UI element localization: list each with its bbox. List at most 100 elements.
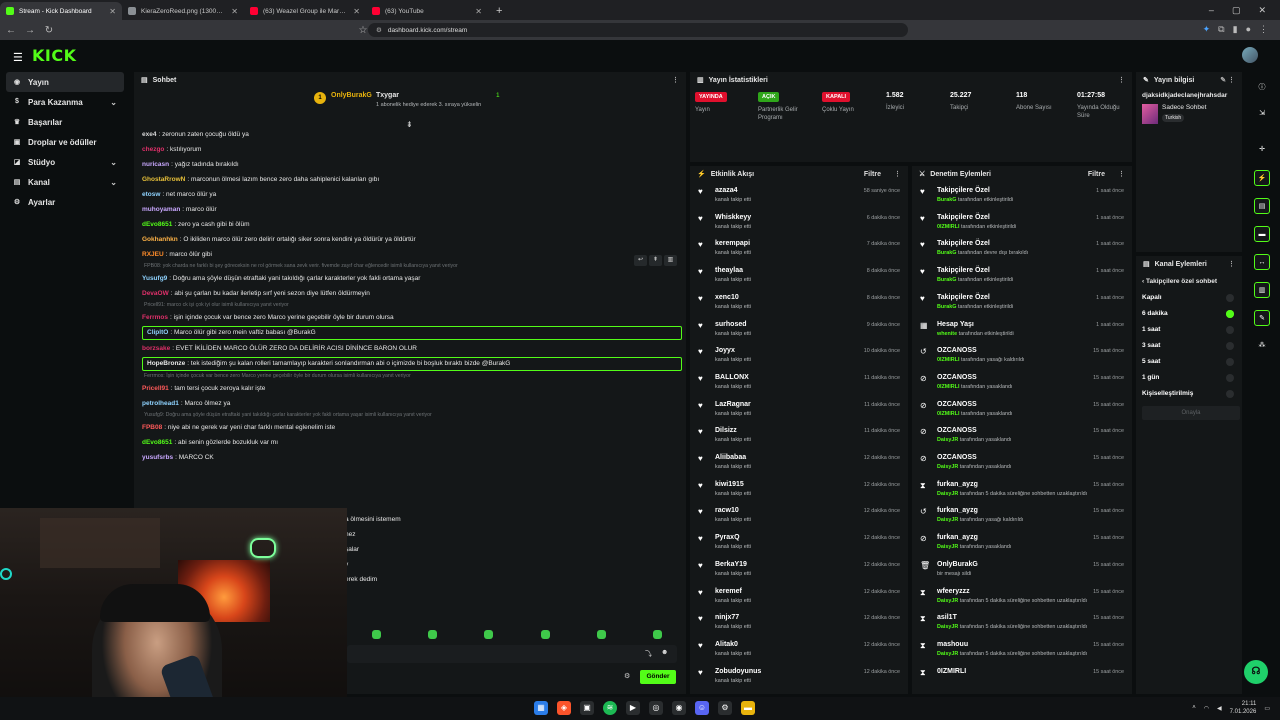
emote-icon[interactable] bbox=[484, 630, 494, 639]
moderation-options-icon[interactable]: ⋮ bbox=[1118, 170, 1125, 178]
back-chevron-icon[interactable]: ‹ bbox=[1142, 278, 1144, 285]
activity-user[interactable]: Zobudoyunus bbox=[715, 668, 761, 675]
chat-message[interactable]: exe4: zeronun zaten çocuğu öldü ya bbox=[142, 127, 682, 142]
info-icon[interactable]: ⓘ bbox=[1254, 80, 1270, 96]
chat-message[interactable]: dEvo8651: zero ya cash gibi bi ölüm bbox=[142, 217, 682, 232]
chat-input[interactable]: ⤵ ☻ bbox=[347, 645, 677, 663]
moderation-item[interactable]: ⧗ asil1T DaisyJR tarafından 5 dakika sürel… bbox=[912, 611, 1132, 638]
moderation-item[interactable]: ⧗ mashouu DaisyJR tarafından 5 dakika süre… bbox=[912, 638, 1132, 665]
activity-user[interactable]: Alitak0 bbox=[715, 641, 738, 648]
activity-item[interactable]: ♥ PyraxQ kanalı takip etti 12 dakika önce bbox=[690, 531, 908, 558]
activity-options-icon[interactable]: ⋮ bbox=[894, 170, 901, 178]
moderator-name[interactable]: BurakG bbox=[937, 304, 956, 310]
moderation-item[interactable]: ⧗ wfeeryzzz DaisyJR tarafından 5 dakika sü… bbox=[912, 585, 1132, 612]
activity-item[interactable]: ♥ Joyyx kanalı takip etti 10 dakika önce bbox=[690, 344, 908, 371]
moderator-name[interactable]: DaisyJR bbox=[937, 517, 958, 523]
moderation-item[interactable]: ⊘ OZCANOSS 0IZMIRLI tarafından yasaklandı 1… bbox=[912, 371, 1132, 398]
activity-user[interactable]: Aliibabaa bbox=[715, 454, 746, 461]
chat-username[interactable]: chezgo bbox=[142, 146, 164, 153]
menu-icon[interactable]: ☰ bbox=[13, 51, 23, 64]
chat-message[interactable]: Ferrmos: işin içinde çocuk var bence zer… bbox=[142, 310, 682, 325]
chat-message[interactable]: petrolhead1: Marco ölmez ya bbox=[142, 396, 682, 411]
spotify-icon[interactable]: ≋ bbox=[603, 701, 617, 715]
moderation-item[interactable]: ♥ Takipçilere Özel BurakG tarafından devre… bbox=[912, 237, 1132, 264]
follower-only-option[interactable]: 3 saat bbox=[1142, 342, 1160, 349]
moderator-name[interactable]: DaisyJR bbox=[937, 491, 958, 497]
follower-only-option[interactable]: Kişiselleştirilmiş bbox=[1142, 390, 1193, 397]
new-tab-icon[interactable]: + bbox=[488, 5, 510, 20]
moderator-name[interactable]: BurakG bbox=[937, 250, 956, 256]
stats-options-icon[interactable]: ⋮ bbox=[1118, 76, 1125, 84]
minimize-icon[interactable]: – bbox=[1209, 5, 1214, 15]
browser-menu-icon[interactable]: ⋮ bbox=[1259, 24, 1268, 35]
activity-user[interactable]: xenc10 bbox=[715, 294, 739, 301]
reply-context[interactable]: Ferrmos: İşin içinde çocuk var bence zer… bbox=[142, 372, 682, 381]
moderator-name[interactable]: 0IZMIRLI bbox=[937, 357, 959, 363]
activity-user[interactable]: Joyyx bbox=[715, 347, 735, 354]
chat-username[interactable]: Yusufg9 bbox=[142, 275, 167, 282]
moderation-item[interactable]: ♥ Takipçilere Özel BurakG tarafından etkin… bbox=[912, 291, 1132, 318]
moderation-filter-button[interactable]: Filtre bbox=[1088, 171, 1105, 178]
users-icon[interactable]: ⁂ bbox=[1254, 338, 1270, 354]
moderator-name[interactable]: 0IZMIRLI bbox=[937, 224, 959, 230]
activity-item[interactable]: ♥ surhosed kanalı takip etti 9 dakika önce bbox=[690, 318, 908, 345]
activity-item[interactable]: ♥ kerempapi kanalı takip etti 7 dakika önce bbox=[690, 237, 908, 264]
chat-message[interactable]: DevaOW: abi şu çarları bu kadar ilerleti… bbox=[142, 286, 682, 301]
reply-context[interactable]: Pricell91: marco ck işi çok iyi olur isi… bbox=[142, 301, 682, 310]
chat-username[interactable]: exe4 bbox=[142, 131, 156, 138]
crosshair-icon[interactable]: ✛ bbox=[1254, 142, 1270, 158]
moderation-item[interactable]: ♥ Takipçilere Özel BurakG tarafından etkin… bbox=[912, 264, 1132, 291]
moderation-target[interactable]: OZCANOSS bbox=[937, 374, 977, 381]
follower-only-option[interactable]: 1 gün bbox=[1142, 374, 1159, 381]
stats-rail-icon[interactable]: ▥ bbox=[1254, 282, 1270, 298]
windows-start-icon[interactable]: ▦ bbox=[534, 701, 548, 715]
tab-close-icon[interactable]: ✕ bbox=[231, 7, 238, 16]
clock[interactable]: 21:11 7.01.2026 bbox=[1230, 700, 1257, 716]
channel-actions-options-icon[interactable]: ⋮ bbox=[1228, 260, 1235, 268]
moderation-item[interactable]: ↺ OZCANOSS 0IZMIRLI tarafından yasağı kald… bbox=[912, 344, 1132, 371]
follower-only-option[interactable]: 1 saat bbox=[1142, 326, 1160, 333]
activity-item[interactable]: ♥ Zobudoyunus kanalı takip etti 12 dakika ö… bbox=[690, 665, 908, 692]
emote-icon[interactable] bbox=[652, 630, 662, 639]
chat-message[interactable]: muhoyaman: marco ölür bbox=[142, 202, 682, 217]
activity-user[interactable]: surhosed bbox=[715, 321, 747, 328]
follower-only-title[interactable]: ‹ Takipçilere özel sohbet bbox=[1142, 278, 1217, 285]
chat-message[interactable]: dEvo8651: abi senin gözlerde bozukluk va… bbox=[142, 435, 682, 450]
browser-tab[interactable]: Stream - Kick Dashboard ✕ bbox=[0, 2, 122, 20]
reply-context[interactable]: Yusufg9: Doğru ama şöyle düşün etraftaki… bbox=[142, 411, 682, 420]
moderation-item[interactable]: 🗑 OnlyBurakG bir mesajı sildi 15 saat önce bbox=[912, 558, 1132, 585]
tab-close-icon[interactable]: ✕ bbox=[109, 7, 116, 16]
activity-user[interactable]: Whiskkeyy bbox=[715, 214, 751, 221]
chat-username[interactable]: Ferrmos bbox=[142, 314, 168, 321]
activity-user[interactable]: kiwi1915 bbox=[715, 481, 744, 488]
chat-message[interactable]: chezgo: kstılıyorum bbox=[142, 142, 682, 157]
chat-username[interactable]: borzsake bbox=[142, 345, 170, 352]
activity-user[interactable]: kerempapi bbox=[715, 240, 750, 247]
top-gifter-name[interactable]: Txygar bbox=[376, 92, 656, 99]
chat-username[interactable]: Pricell91 bbox=[142, 385, 169, 392]
chat-username[interactable]: FPB08 bbox=[142, 424, 162, 431]
chat-message[interactable]: HopeBronze: tek istediğim şu kalan rolle… bbox=[142, 357, 682, 371]
profile-icon[interactable]: ● bbox=[1246, 24, 1251, 35]
document-icon[interactable]: ▤ bbox=[1254, 198, 1270, 214]
sidebar-item[interactable]: ◪ Stüdyo ⌄ bbox=[6, 152, 124, 172]
moderation-target[interactable]: Takipçilere Özel bbox=[937, 187, 990, 194]
chat-username[interactable]: dEvo8651 bbox=[142, 439, 172, 446]
chat-message[interactable]: Gokhanhkn: O ikiliden marco ölür zero de… bbox=[142, 232, 682, 247]
reload-icon[interactable]: ↻ bbox=[41, 25, 57, 36]
chat-message[interactable]: Yusufg9: Doğru ama şöyle düşün etraftaki… bbox=[142, 271, 682, 286]
moderation-target[interactable]: furkan_ayzg bbox=[937, 507, 978, 514]
media-icon[interactable]: ▶ bbox=[626, 701, 640, 715]
wrench-icon[interactable]: ✎ bbox=[1254, 310, 1270, 326]
chat-username[interactable]: HopeBronze bbox=[147, 360, 185, 367]
moderation-target[interactable]: wfeeryzzz bbox=[937, 588, 970, 595]
moderation-item[interactable]: ⧗ furkan_ayzg DaisyJR tarafından 5 dakika … bbox=[912, 478, 1132, 505]
moderation-target[interactable]: OZCANOSS bbox=[937, 454, 977, 461]
maximize-icon[interactable]: ▢ bbox=[1232, 5, 1241, 16]
sidebar-toggle-icon[interactable]: ▮ bbox=[1233, 24, 1238, 35]
moderator-name[interactable]: whenite bbox=[937, 331, 957, 337]
emote-icon[interactable] bbox=[428, 630, 438, 639]
activity-user[interactable]: PyraxQ bbox=[715, 534, 740, 541]
moderator-name[interactable]: DaisyJR bbox=[937, 598, 958, 604]
user-avatar[interactable] bbox=[1242, 47, 1258, 63]
